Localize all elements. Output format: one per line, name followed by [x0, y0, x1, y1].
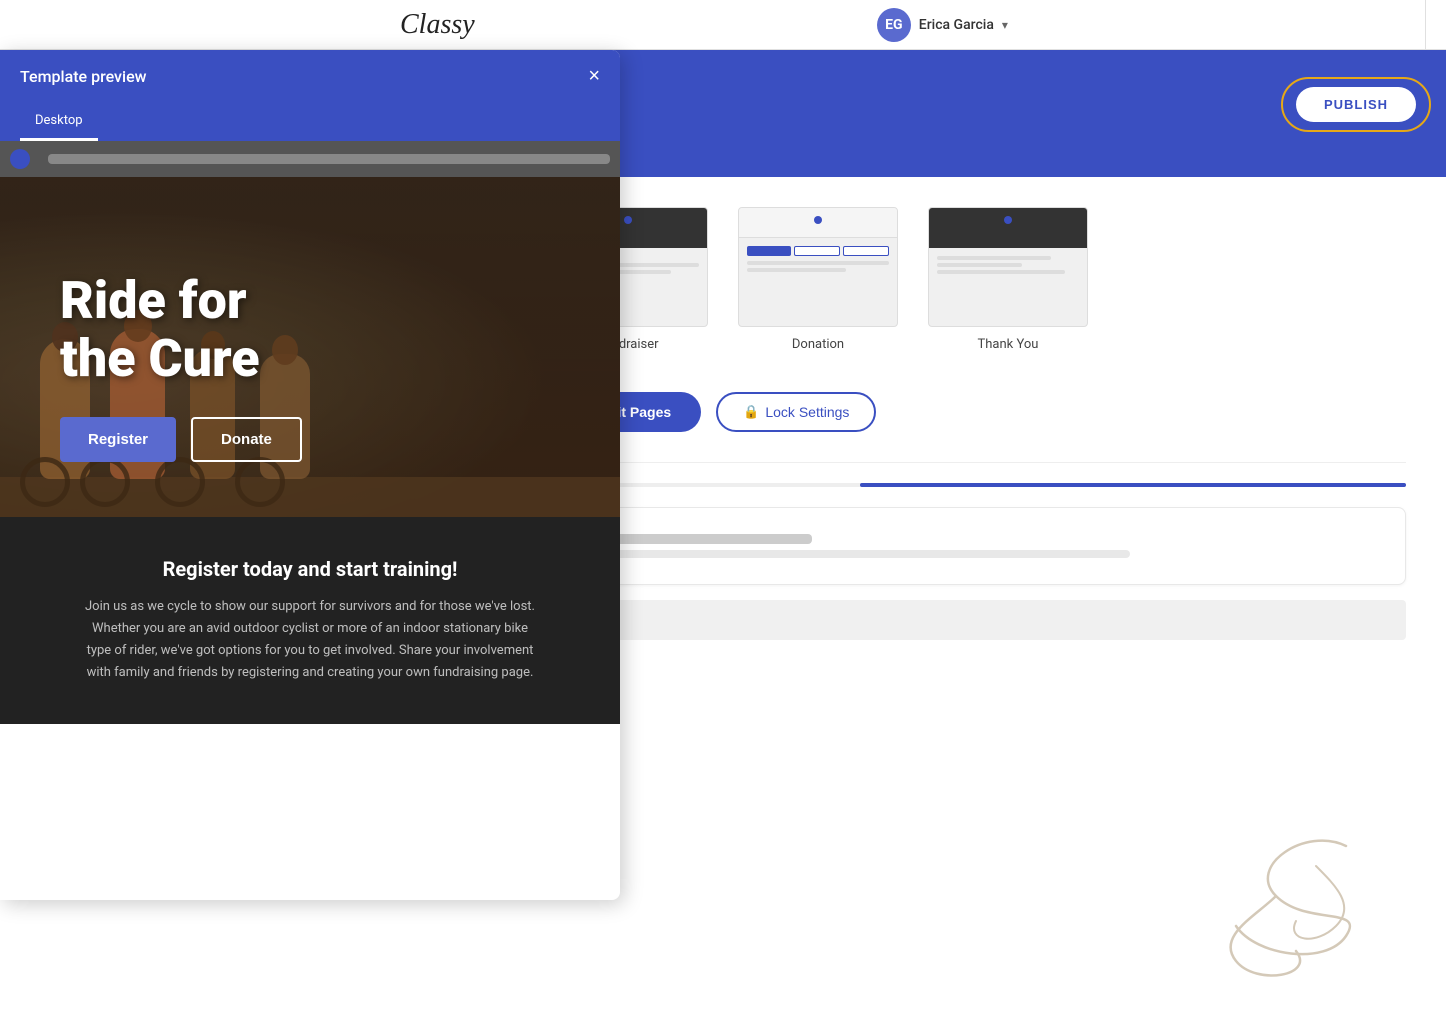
- donate-button[interactable]: Donate: [191, 417, 302, 462]
- avatar-initials: EG: [885, 17, 902, 33]
- modal-browser-bar: [0, 141, 620, 177]
- modal-tab-desktop[interactable]: Desktop: [20, 103, 98, 141]
- modal-content: Ride forthe Cure Register Donate Registe…: [0, 177, 620, 900]
- user-name: Erica Garcia: [919, 17, 994, 33]
- modal-bottom-section: Register today and start training! Join …: [0, 517, 620, 724]
- hero-section: Ride forthe Cure Register Donate: [0, 177, 620, 517]
- hero-title: Ride forthe Cure: [60, 272, 560, 386]
- bottom-heading: Register today and start training!: [60, 557, 560, 581]
- avatar: EG: [877, 8, 911, 42]
- register-button[interactable]: Register: [60, 417, 176, 462]
- nav-divider: [1425, 0, 1426, 50]
- hero-buttons: Register Donate: [60, 417, 560, 462]
- publish-button[interactable]: PUBLISH: [1296, 87, 1416, 122]
- modal-title: Template preview: [20, 67, 147, 86]
- publish-button-wrap: PUBLISH: [1296, 87, 1416, 122]
- thumb-thankyou[interactable]: Thank You: [928, 207, 1088, 352]
- modal-tabs: Desktop: [0, 103, 620, 141]
- logo: Classy: [400, 9, 475, 41]
- scribble-decoration: [1096, 806, 1416, 1006]
- modal-close-button[interactable]: ×: [588, 65, 600, 88]
- hero-title-text: Ride forthe Cure: [60, 270, 260, 388]
- thumb-donation[interactable]: Donation: [738, 207, 898, 352]
- progress-bar-fill: [860, 483, 1406, 487]
- lock-settings-label: Lock Settings: [765, 404, 849, 420]
- modal-header: Template preview ×: [0, 50, 620, 103]
- template-preview-modal: Template preview × Desktop: [0, 50, 620, 900]
- browser-address-bar: [48, 154, 610, 164]
- lock-settings-button[interactable]: 🔒 Lock Settings: [716, 392, 876, 432]
- user-menu[interactable]: EG Erica Garcia ▾: [877, 8, 1008, 42]
- bottom-text: Join us as we cycle to show our support …: [85, 596, 535, 684]
- user-info: Erica Garcia: [919, 17, 994, 33]
- hero-background: Ride forthe Cure Register Donate: [0, 177, 620, 517]
- thumb-thankyou-label: Thank You: [978, 337, 1039, 352]
- browser-logo-circle: [10, 149, 30, 169]
- thumb-donation-label: Donation: [792, 337, 844, 352]
- chevron-down-icon: ▾: [1002, 18, 1008, 32]
- lock-icon: 🔒: [743, 404, 759, 420]
- top-navigation: Classy EG Erica Garcia ▾: [0, 0, 1446, 50]
